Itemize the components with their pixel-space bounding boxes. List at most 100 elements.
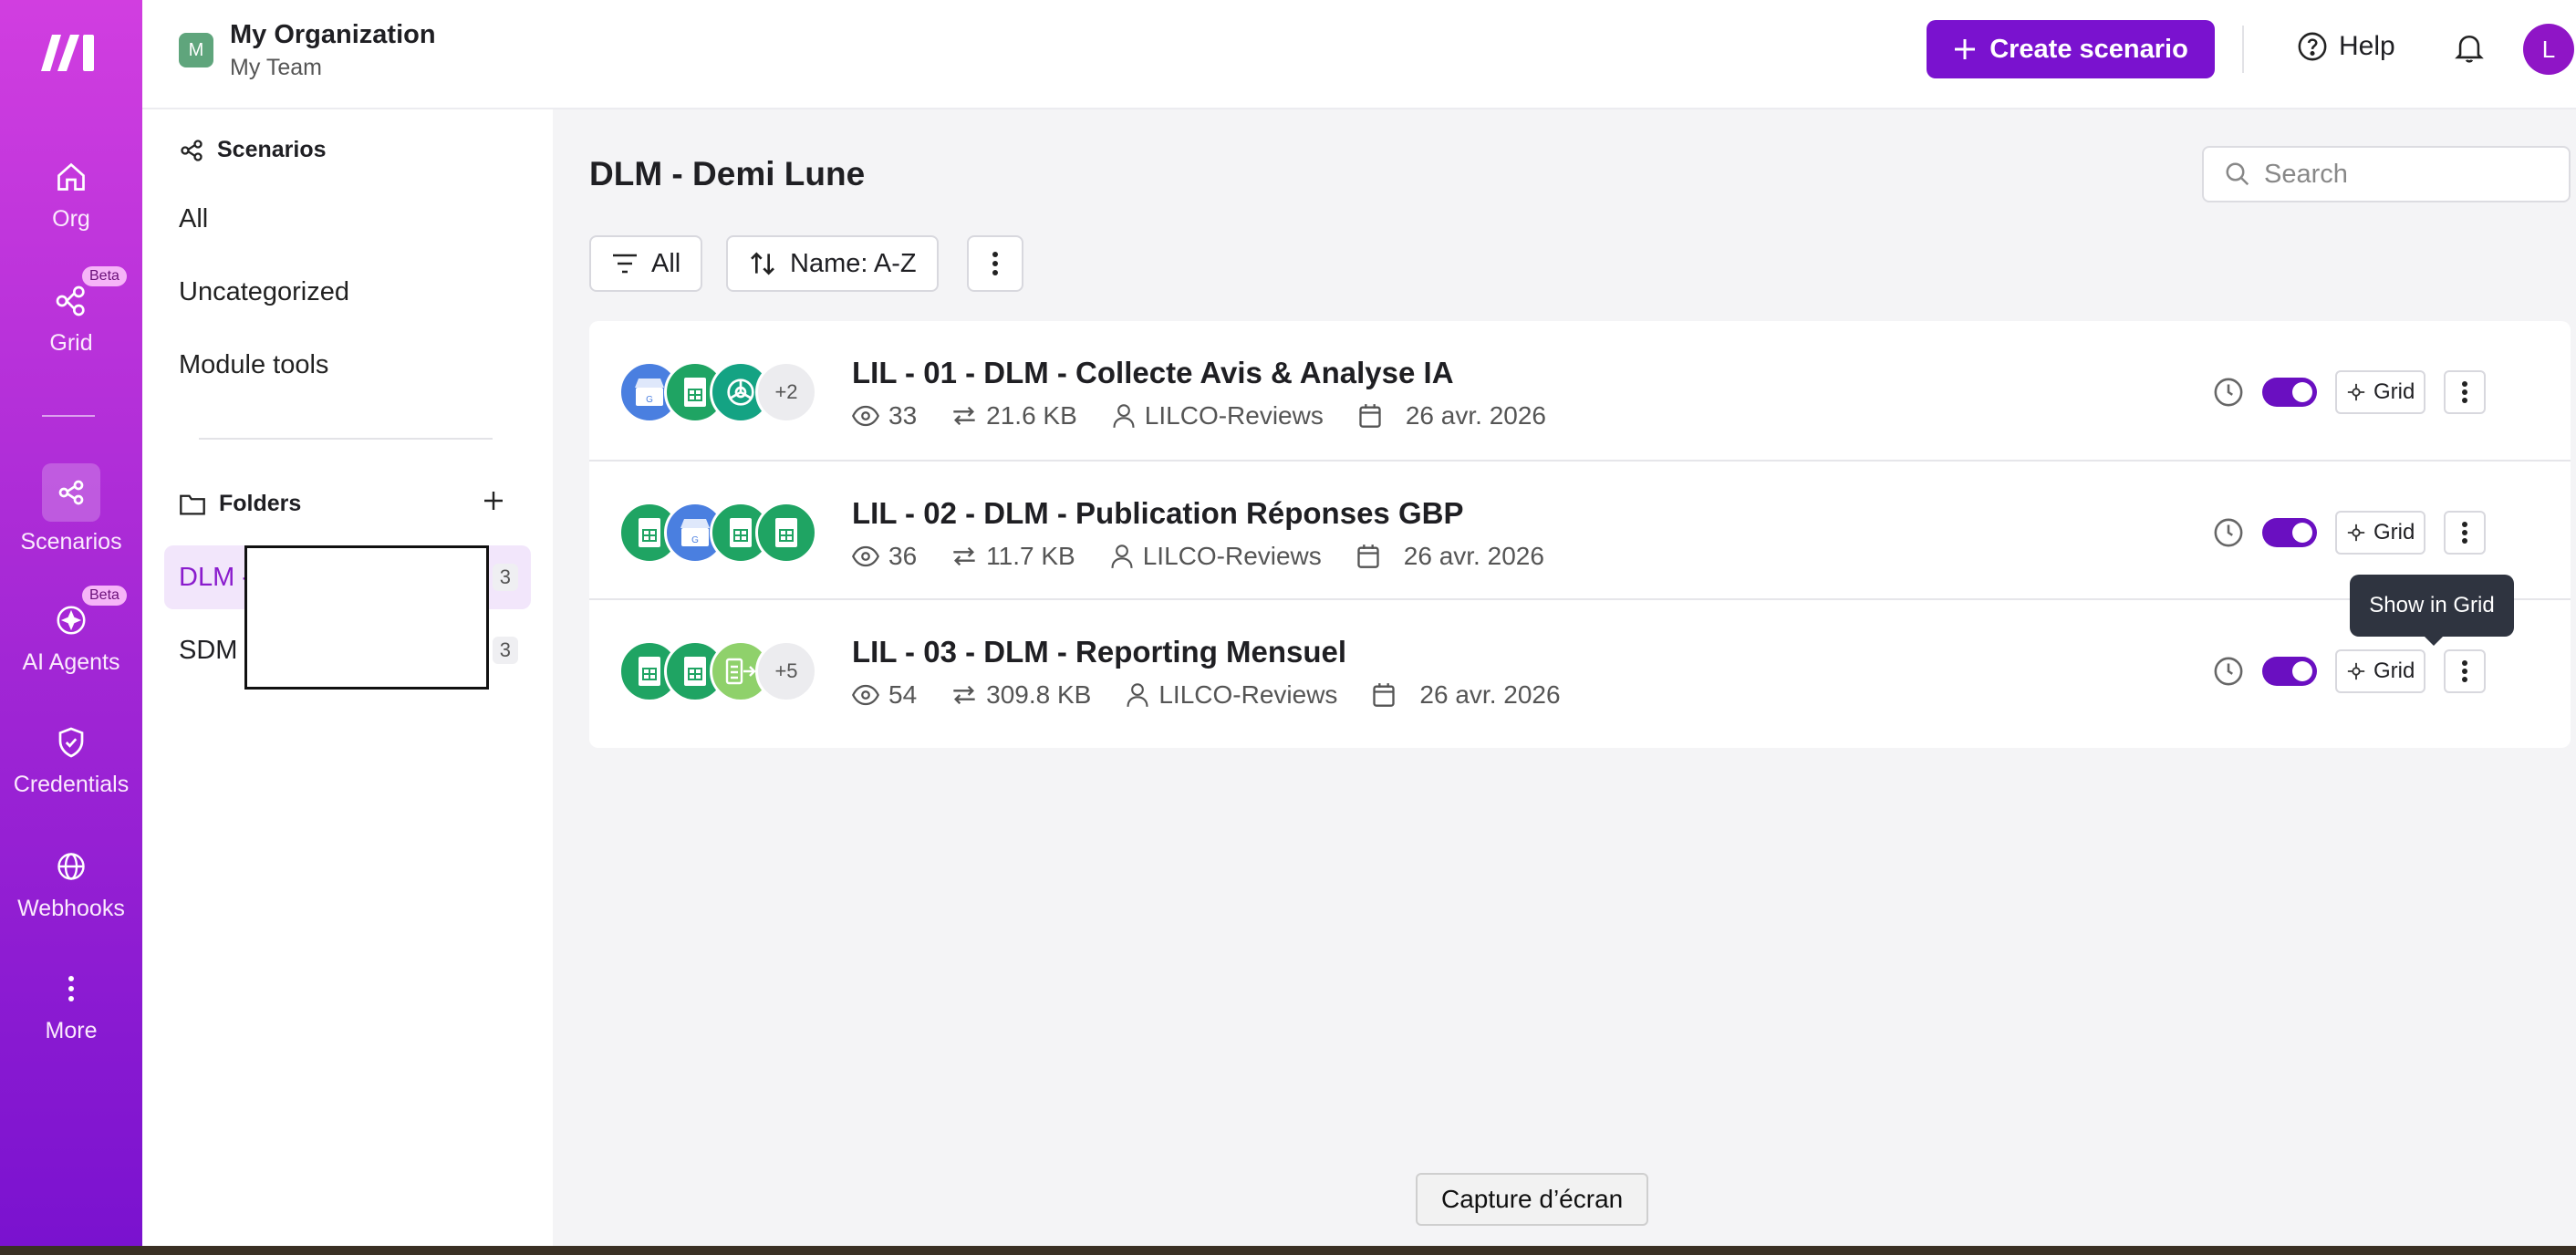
rail-item-scenarios[interactable]: Scenarios [0,463,142,555]
filter-button[interactable]: All [589,235,703,292]
scenario-list-panel: DLM - Demi Lune Search All Name: A-Z G +… [553,109,2576,1246]
clock-icon[interactable] [2213,656,2244,687]
header-divider [2242,26,2244,73]
more-apps-badge: +5 [755,640,817,702]
scenario-row[interactable]: +5 LIL - 03 - DLM - Reporting Mensuel 54… [589,598,2571,739]
app-icons: +5 [618,640,828,704]
scenario-owner: LILCO-Reviews [1142,542,1322,570]
notifications-bell-icon[interactable] [2454,31,2485,66]
list-options-button[interactable] [967,235,1023,292]
calendar-icon [1357,545,1379,568]
calendar-icon [1359,404,1381,428]
scenario-actions: Grid [2213,370,2487,414]
scenario-menu-button[interactable] [2444,370,2487,414]
scenario-title[interactable]: LIL - 03 - DLM - Reporting Mensuel [852,635,1346,669]
grid-label: Grid [2373,520,2415,545]
create-scenario-button[interactable]: Create scenario [1927,20,2215,78]
scenario-views: 33 [888,401,918,430]
sidebar-title: Scenarios [217,137,327,162]
show-in-grid-button[interactable]: Grid [2335,511,2426,555]
search-icon [2226,162,2249,186]
sort-button[interactable]: Name: A-Z [726,235,939,292]
clock-icon[interactable] [2213,517,2244,548]
scenario-active-toggle[interactable] [2262,518,2317,547]
more-vertical-icon [2462,660,2468,682]
scenario-views: 54 [888,680,918,709]
top-header: M My Organization My Team Create scenari… [142,0,2576,109]
rail-item-ai-agents[interactable]: Beta AI Agents [0,586,142,676]
more-vertical-icon [2462,522,2468,544]
scenario-title[interactable]: LIL - 02 - DLM - Publication Réponses GB… [852,496,1463,531]
rail-item-webhooks[interactable]: Webhooks [0,845,142,922]
redaction-box [244,545,489,690]
globe-icon [49,845,93,888]
plus-icon [1955,39,1976,59]
help-button[interactable]: Help [2297,31,2395,62]
scenario-title[interactable]: LIL - 01 - DLM - Collecte Avis & Analyse… [852,356,1454,390]
show-in-grid-button[interactable]: Grid [2335,649,2426,693]
user-icon [1127,683,1148,707]
svg-text:G: G [691,535,699,545]
more-vertical-icon [49,967,93,1011]
folder-count: 3 [492,637,518,664]
scenario-active-toggle[interactable] [2262,378,2317,407]
beta-badge: Beta [82,266,127,286]
grid-icon [2347,383,2365,401]
scenario-size: 21.6 KB [986,401,1077,430]
search-placeholder: Search [2264,159,2348,189]
share-icon [181,139,203,161]
rail-label: More [45,1018,98,1043]
scenario-actions: Grid [2213,511,2487,555]
scenario-owner: LILCO-Reviews [1144,401,1324,430]
search-input[interactable]: Search [2202,146,2571,202]
org-name[interactable]: My Organization [230,20,436,50]
add-folder-icon[interactable] [482,489,505,513]
show-in-grid-button[interactable]: Grid [2335,370,2426,414]
more-vertical-icon [2462,381,2468,403]
scenario-row[interactable]: G LIL - 02 - DLM - Publication Réponses … [589,460,2571,600]
scenario-size: 11.7 KB [986,542,1075,570]
app-icons: G [618,502,828,565]
scenario-menu-button[interactable] [2444,511,2487,555]
eye-icon [852,405,879,427]
scenario-menu-button[interactable] [2444,649,2487,693]
beta-badge: Beta [82,586,127,606]
rail-item-more[interactable]: More [0,967,142,1044]
create-scenario-label: Create scenario [1989,34,2188,64]
transfer-icon [953,685,975,705]
grid-icon [2347,524,2365,542]
rail-item-credentials[interactable]: Credentials [0,721,142,798]
scenario-row[interactable]: G +2 LIL - 01 - DLM - Collecte Avis & An… [589,321,2571,460]
team-name[interactable]: My Team [230,55,322,81]
rail-divider [42,415,95,417]
help-icon [2298,32,2327,61]
app-icons: G +2 [618,361,828,425]
filter-icon [613,254,637,274]
sidebar-link-module-tools[interactable]: Module tools [179,350,328,380]
sidebar-heading: Scenarios [179,137,327,163]
sidebar-link-uncategorized[interactable]: Uncategorized [179,277,349,307]
scenario-meta: 54 309.8 KB LILCO-Reviews 26 avr. 2026 [852,680,1561,710]
page-title: DLM - Demi Lune [589,155,866,192]
make-logo-icon[interactable] [39,31,99,73]
sidebar-link-all[interactable]: All [179,204,208,234]
user-avatar[interactable]: L [2523,24,2574,75]
show-in-grid-tooltip: Show in Grid [2350,575,2514,646]
org-avatar[interactable]: M [179,33,213,67]
folders-title: Folders [219,491,302,516]
scenario-owner: LILCO-Reviews [1158,680,1338,709]
scenario-list: G +2 LIL - 01 - DLM - Collecte Avis & An… [589,321,2571,748]
rail-label: AI Agents [22,649,120,675]
more-vertical-icon [992,252,998,275]
clock-icon[interactable] [2213,377,2244,408]
scenario-actions: Grid [2213,649,2487,693]
rail-item-grid[interactable]: Beta Grid [0,266,142,357]
scenario-active-toggle[interactable] [2262,657,2317,686]
folder-icon [180,494,205,515]
scenario-date: 26 avr. 2026 [1419,680,1561,709]
grid-icon [2347,662,2365,680]
rail-item-org[interactable]: Org [0,155,142,233]
folders-heading: Folders [179,491,301,517]
share-icon [42,463,100,522]
ai-agent-icon: Beta [49,586,127,642]
